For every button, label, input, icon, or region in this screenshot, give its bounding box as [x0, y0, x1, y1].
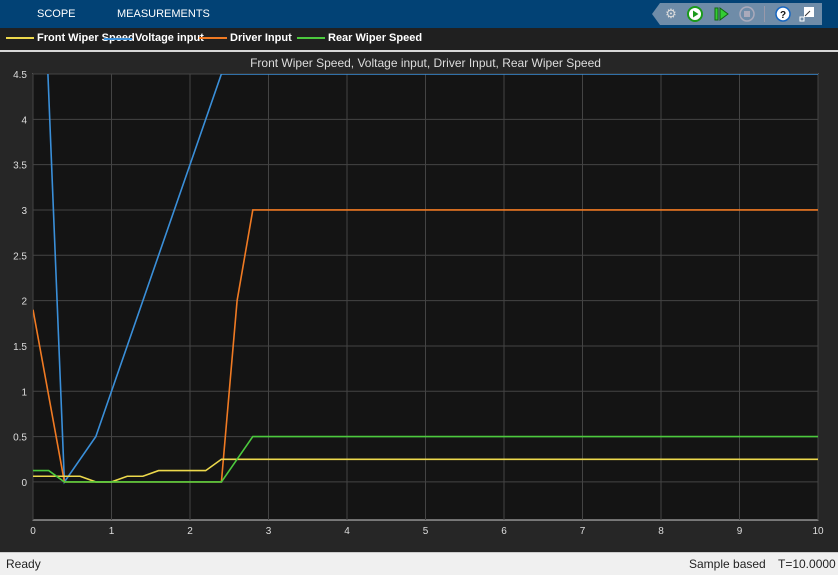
sampling-mode: Sample based [689, 557, 766, 571]
y-tick-label: 3 [21, 206, 27, 217]
x-tick-label: 2 [187, 526, 193, 537]
y-tick-label: 0 [21, 478, 27, 489]
x-tick-label: 0 [30, 526, 36, 537]
x-tick-label: 4 [344, 526, 350, 537]
y-tick-label: 1.5 [13, 342, 27, 353]
y-tick-label: 1 [21, 387, 27, 398]
status-bar: Ready Sample based T=10.0000 [0, 552, 838, 575]
x-tick-label: 9 [737, 526, 743, 537]
x-tick-label: 10 [812, 526, 824, 537]
y-tick-label: 0.5 [13, 433, 27, 444]
y-tick-label: 2 [21, 297, 27, 308]
x-tick-label: 8 [658, 526, 664, 537]
x-tick-label: 5 [423, 526, 429, 537]
y-tick-label: 3.5 [13, 161, 27, 172]
y-tick-label: 2.5 [13, 251, 27, 262]
y-tick-label: 4 [21, 115, 27, 126]
scope-axes[interactable]: 0 1 2 3 4 5 6 7 8 9 10 0 0.5 1 1.5 2 2.5 3 3.5 4 4.5 [0, 0, 838, 552]
x-tick-label: 3 [266, 526, 272, 537]
x-tick-label: 7 [580, 526, 586, 537]
y-tick-label: 4.5 [13, 70, 27, 81]
x-tick-label: 6 [501, 526, 507, 537]
x-tick-label: 1 [109, 526, 115, 537]
status-text: Ready [6, 557, 41, 571]
simulation-time: T=10.0000 [778, 557, 836, 571]
